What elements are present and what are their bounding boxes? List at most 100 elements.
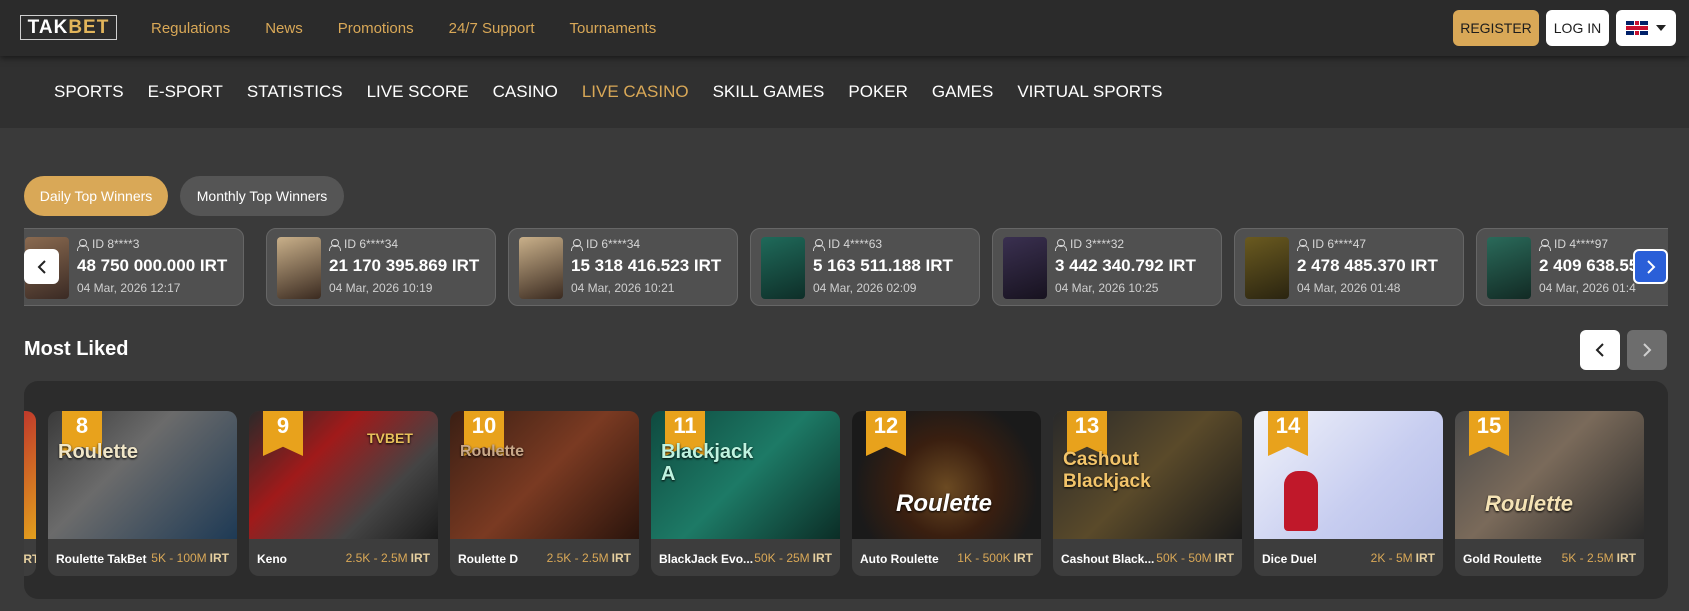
game-thumbnail: [24, 411, 36, 539]
nav-promotions[interactable]: Promotions: [338, 20, 414, 37]
winner-date: 04 Mar, 2026 12:17: [77, 281, 181, 295]
language-selector[interactable]: [1616, 10, 1676, 46]
category-sports[interactable]: SPORTS: [54, 82, 124, 102]
game-thumbnail: [519, 237, 563, 299]
game-card[interactable]: 13 Cashout Blackjack Cashout Black... 50…: [1053, 411, 1242, 576]
game-currency: IRT: [611, 551, 631, 565]
most-liked-next-button[interactable]: [1627, 330, 1667, 370]
game-card[interactable]: 10 Roulette Roulette D 2.5K - 2.5M IRT: [450, 411, 639, 576]
game-currency: IRT: [209, 551, 229, 565]
winner-id: ID 8****3: [92, 237, 140, 251]
nav-regulations[interactable]: Regulations: [151, 20, 230, 37]
category-live-casino[interactable]: LIVE CASINO: [582, 82, 689, 102]
winner-amount: 2 409 638.55: [1539, 256, 1639, 275]
winner-amount: 3 442 340.792 IRT: [1055, 256, 1196, 275]
most-liked-prev-button[interactable]: [1580, 330, 1620, 370]
user-icon: [571, 238, 583, 251]
game-name: Dice Duel: [1262, 552, 1317, 566]
winner-amount: 21 170 395.869 IRT: [329, 256, 480, 275]
winner-date: 04 Mar, 2026 02:09: [813, 281, 917, 295]
tab-monthly-top-winners[interactable]: Monthly Top Winners: [180, 176, 344, 216]
game-name: Gold Roulette: [1463, 552, 1542, 566]
game-thumbnail: [1487, 237, 1531, 299]
category-skill-games[interactable]: SKILL GAMES: [713, 82, 825, 102]
site-logo[interactable]: TAK BET: [20, 15, 117, 40]
top-header: TAK BET Regulations News Promotions 24/7 …: [0, 0, 1689, 56]
game-bet-range: 1K - 500K: [957, 551, 1011, 565]
category-virtual-sports[interactable]: VIRTUAL SPORTS: [1017, 82, 1162, 102]
game-currency: IRT: [24, 552, 36, 566]
game-bet-range: 50K - 50M: [1156, 551, 1212, 565]
game-logo-text: Roulette: [896, 490, 992, 517]
winner-card[interactable]: ID 6****34 21 170 395.869 IRT 04 Mar, 20…: [266, 228, 496, 306]
nav-support[interactable]: 24/7 Support: [449, 20, 535, 37]
game-logo-text: Roulette: [58, 441, 138, 463]
game-name: BlackJack Evo...: [659, 552, 754, 566]
winner-card[interactable]: ID 6****47 2 478 485.370 IRT 04 Mar, 202…: [1234, 228, 1464, 306]
category-nav: SPORTS E-SPORT STATISTICS LIVE SCORE CAS…: [0, 56, 1689, 128]
logo-text-primary: TAK: [27, 16, 69, 38]
game-card[interactable]: 12 Roulette Auto Roulette 1K - 500K IRT: [852, 411, 1041, 576]
game-bet-range: 2.5K - 2.5M: [345, 551, 408, 565]
category-games[interactable]: GAMES: [932, 82, 993, 102]
winner-date: 04 Mar, 2026 01:48: [1297, 281, 1401, 295]
game-currency: IRT: [812, 551, 832, 565]
chevron-right-icon: [1646, 259, 1655, 274]
winners-prev-button[interactable]: [24, 249, 59, 284]
login-button[interactable]: LOG IN: [1546, 10, 1609, 46]
game-card[interactable]: 11 Blackjack A BlackJack Evo... 50K - 25…: [651, 411, 840, 576]
winner-date: 04 Mar, 2026 10:19: [329, 281, 433, 295]
game-thumbnail: [1003, 237, 1047, 299]
category-casino[interactable]: CASINO: [493, 82, 558, 102]
top-nav: Regulations News Promotions 24/7 Support…: [151, 0, 656, 56]
game-thumbnail: [1245, 237, 1289, 299]
category-poker[interactable]: POKER: [848, 82, 908, 102]
winners-next-button[interactable]: [1633, 249, 1668, 284]
game-logo-text: Cashout Blackjack: [1063, 449, 1151, 492]
winner-card[interactable]: ID 4****63 5 163 511.188 IRT 04 Mar, 202…: [750, 228, 980, 306]
game-bet-range: 2.5K - 2.5M: [546, 551, 609, 565]
game-card[interactable]: 14 Dice Duel 2K - 5M IRT: [1254, 411, 1443, 576]
game-thumbnail: [277, 237, 321, 299]
game-bet-range: 5K - 2.5M: [1561, 551, 1614, 565]
game-name: Keno: [257, 552, 287, 566]
uk-flag-icon: [1626, 21, 1648, 35]
winner-amount: 2 478 485.370 IRT: [1297, 256, 1438, 275]
user-icon: [1055, 238, 1067, 251]
winner-date: 04 Mar, 2026 10:21: [571, 281, 675, 295]
game-name: Roulette TakBet: [56, 552, 147, 566]
winner-date: 04 Mar, 2026 01:4: [1539, 281, 1636, 295]
nav-news[interactable]: News: [265, 20, 303, 37]
game-logo-text: Blackjack A: [661, 441, 754, 485]
game-card[interactable]: 9 TVBET Keno 2.5K - 2.5M IRT: [249, 411, 438, 576]
game-name: Auto Roulette: [860, 552, 939, 566]
winner-id: ID 4****97: [1554, 237, 1609, 251]
game-currency: IRT: [1013, 551, 1033, 565]
category-esport[interactable]: E-SPORT: [148, 82, 223, 102]
game-name: Roulette D: [458, 552, 518, 566]
user-icon: [813, 238, 825, 251]
game-card[interactable]: 8 Roulette Roulette TakBet 5K - 100M IRT: [48, 411, 237, 576]
winner-card[interactable]: ID 6****34 15 318 416.523 IRT 04 Mar, 20…: [508, 228, 738, 306]
winner-amount: 5 163 511.188 IRT: [813, 256, 953, 275]
game-card-partial[interactable]: IRT: [24, 411, 36, 576]
game-logo-text: Roulette: [1485, 491, 1573, 516]
game-currency: IRT: [1415, 551, 1435, 565]
register-button[interactable]: REGISTER: [1453, 10, 1539, 46]
winner-card[interactable]: ID 3****32 3 442 340.792 IRT 04 Mar, 202…: [992, 228, 1222, 306]
winner-amount: 48 750 000.000 IRT: [77, 256, 228, 275]
winner-id: ID 6****34: [344, 237, 399, 251]
category-live-score[interactable]: LIVE SCORE: [367, 82, 469, 102]
game-card[interactable]: 15 Roulette Gold Roulette 5K - 2.5M IRT: [1455, 411, 1644, 576]
winners-carousel: ID 8****3 48 750 000.000 IRT 04 Mar, 202…: [24, 228, 1668, 306]
nav-tournaments[interactable]: Tournaments: [570, 20, 657, 37]
user-icon: [77, 238, 89, 251]
category-statistics[interactable]: STATISTICS: [247, 82, 343, 102]
game-thumbnail: [761, 237, 805, 299]
tab-daily-top-winners[interactable]: Daily Top Winners: [24, 176, 168, 216]
game-logo-text: Roulette: [460, 443, 524, 460]
dealer-figure: [1284, 471, 1318, 531]
winner-amount: 15 318 416.523 IRT: [571, 256, 722, 275]
winner-id: ID 6****47: [1312, 237, 1367, 251]
most-liked-carousel: IRT 8 Roulette Roulette TakBet 5K - 100M…: [24, 381, 1668, 599]
